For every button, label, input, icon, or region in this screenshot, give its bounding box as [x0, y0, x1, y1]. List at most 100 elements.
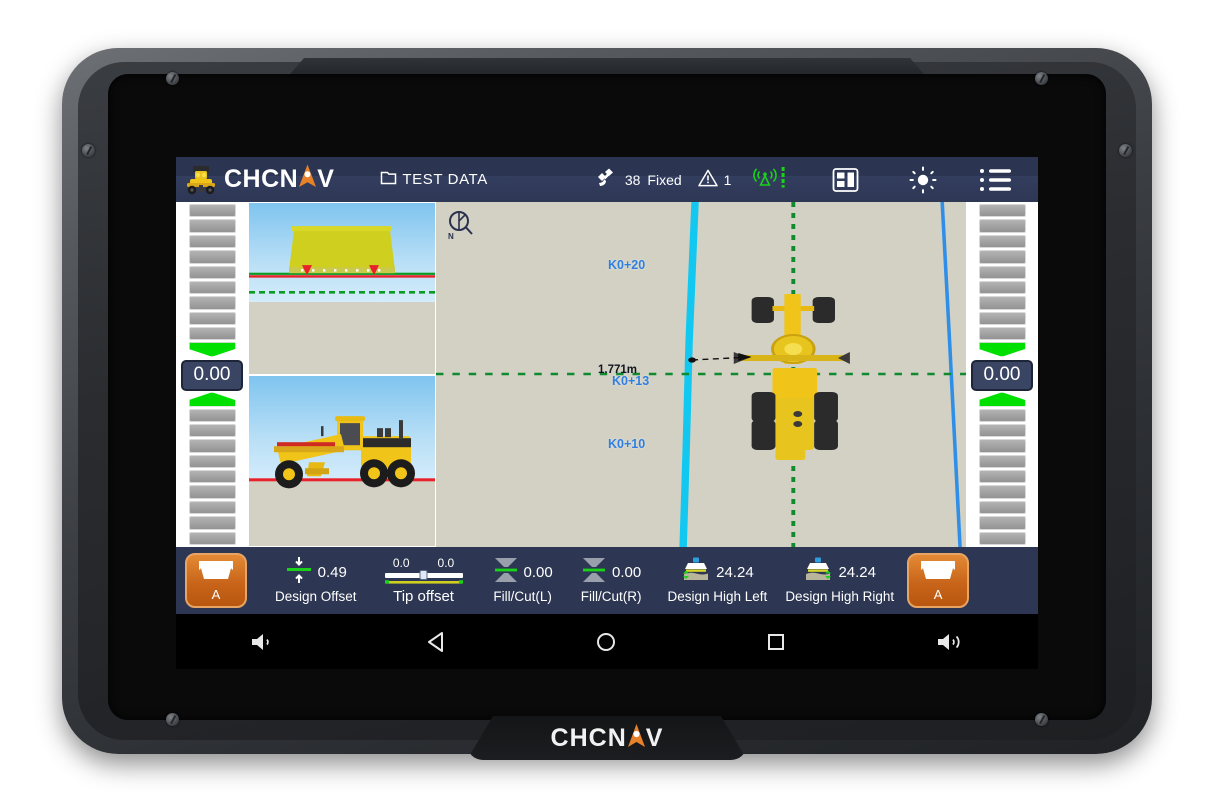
lightbar-segment — [978, 234, 1026, 249]
radio-signal-icon — [753, 166, 778, 193]
bezel-screw — [1035, 713, 1048, 726]
lightbar-segment — [978, 311, 1026, 325]
lightbar-segment — [978, 265, 1026, 279]
volume-up-button[interactable] — [936, 631, 964, 653]
lightbar-segment — [188, 311, 236, 325]
lightbar-segment — [978, 408, 1026, 422]
bezel-screw — [82, 144, 95, 157]
lightbar-segment — [978, 439, 1026, 453]
lightbar-segment — [188, 280, 236, 295]
lightbar-segment — [188, 265, 236, 279]
satellite-icon — [596, 168, 618, 191]
main-work-area: 0.00 N K0+20 K0+13 K0+10 1.771m 0.00 — [176, 202, 1038, 547]
lightbar-segment — [188, 470, 236, 484]
lightbar-segment — [978, 250, 1026, 264]
lightbar-segment — [188, 423, 236, 438]
app-logo: CHCN V — [224, 164, 334, 194]
left-lightbar-value: 0.00 — [181, 359, 243, 392]
plan-view-map[interactable]: N K0+20 K0+13 K0+10 1.771m — [436, 202, 966, 547]
lightbar-segment — [978, 280, 1026, 295]
back-button[interactable] — [425, 631, 447, 653]
lightbar-segment — [188, 531, 236, 545]
fill-cut-left-cell[interactable]: 0.00 Fill/Cut(L) — [488, 547, 558, 614]
fill-cut-icon — [581, 556, 607, 589]
lightbar-up-arrow — [978, 392, 1026, 407]
design-high-icon — [681, 556, 711, 589]
app-header-bar: CHCN V TEST DATA 38 Fixed 1 — [176, 157, 1038, 202]
fill-cut-left-caption: Fill/Cut(L) — [493, 589, 552, 604]
lightbar-segment — [978, 516, 1026, 530]
north-compass-icon: N — [446, 210, 474, 245]
right-lightbar-value: 0.00 — [971, 359, 1033, 392]
volume-down-button[interactable] — [250, 631, 276, 653]
device-brand-plate: CHCN V — [467, 716, 747, 760]
fill-cut-right-cell[interactable]: 0.00 Fill/Cut(R) — [576, 547, 647, 614]
recents-button[interactable] — [765, 631, 787, 653]
design-offset-icon — [285, 556, 313, 589]
layout-panels-icon[interactable] — [832, 167, 859, 193]
blade-left-button-label: A — [211, 587, 221, 602]
home-button[interactable] — [595, 631, 617, 653]
folder-icon — [380, 169, 397, 191]
lightbar-segment — [188, 250, 236, 264]
tip-offset-icon — [383, 570, 465, 586]
lightbar-segment — [978, 296, 1026, 310]
radio-signal-bars — [780, 166, 786, 193]
lightbar-segment — [188, 516, 236, 530]
project-selector[interactable]: TEST DATA — [380, 169, 487, 191]
design-high-icon — [803, 556, 833, 589]
bezel-screw — [166, 72, 179, 85]
warning-count: 1 — [723, 171, 732, 188]
lightbar-segment — [188, 454, 236, 469]
svg-text:N: N — [448, 232, 454, 240]
lightbar-segment — [188, 439, 236, 453]
design-offset-caption: Design Offset — [275, 589, 357, 604]
radio-link-status[interactable] — [753, 166, 786, 193]
satellite-status[interactable]: 38 Fixed — [596, 168, 682, 191]
grader-side-profile-view[interactable] — [248, 374, 436, 547]
station-label: K0+13 — [612, 374, 650, 388]
warning-status[interactable]: 1 — [697, 169, 732, 190]
view-panel-stack — [248, 202, 436, 547]
bezel-screw — [166, 713, 179, 726]
design-offset-value: 0.49 — [317, 563, 347, 581]
lightbar-segment — [978, 470, 1026, 484]
lightbar-segment — [978, 423, 1026, 438]
offset-distance-label: 1.771m — [598, 364, 638, 376]
lightbar-segment — [978, 454, 1026, 469]
brightness-sun-icon[interactable] — [909, 166, 937, 194]
blade-icon — [197, 559, 235, 586]
lightbar-segment — [188, 485, 236, 499]
blade-right-button[interactable]: A — [907, 553, 970, 608]
lightbar-segment — [978, 204, 1026, 218]
device-brand-text-tail: V — [645, 723, 664, 752]
design-high-left-cell[interactable]: 24.24 Design High Left — [663, 547, 773, 614]
tip-offset-cell[interactable]: 0.0 0.0 Tip offset — [378, 547, 470, 614]
fill-cut-right-value: 0.00 — [612, 563, 642, 581]
bezel-screw — [1035, 72, 1048, 85]
design-offset-cell[interactable]: 0.49 Design Offset — [270, 547, 362, 614]
fill-cut-left-value: 0.00 — [523, 563, 553, 581]
design-high-right-cell[interactable]: 24.24 Design High Right — [780, 547, 899, 614]
device-brand-logo: CHCN V — [551, 724, 664, 753]
blade-cross-section-view[interactable] — [248, 202, 436, 375]
lightbar-up-arrow — [188, 392, 236, 407]
android-navigation-bar — [176, 614, 1038, 669]
blade-right-button-label: A — [933, 587, 943, 602]
lightbar-segment — [188, 327, 236, 341]
tip-offset-caption: Tip offset — [393, 588, 454, 605]
tip-offset-right-value: 0.0 — [437, 556, 455, 570]
list-menu-icon[interactable] — [979, 167, 1013, 193]
warning-triangle-icon — [697, 169, 718, 190]
right-lightbar[interactable]: 0.00 — [966, 202, 1038, 547]
blade-left-button[interactable]: A — [185, 553, 247, 608]
bezel-screw — [1119, 144, 1132, 157]
lightbar-segment — [978, 219, 1026, 233]
left-lightbar[interactable]: 0.00 — [176, 202, 248, 547]
lightbar-segment — [978, 531, 1026, 545]
fix-status: Fixed — [647, 171, 682, 188]
lightbar-segment — [978, 500, 1026, 515]
lightbar-segment — [978, 485, 1026, 499]
station-label: K0+10 — [608, 437, 646, 451]
lightbar-segment — [188, 204, 236, 218]
